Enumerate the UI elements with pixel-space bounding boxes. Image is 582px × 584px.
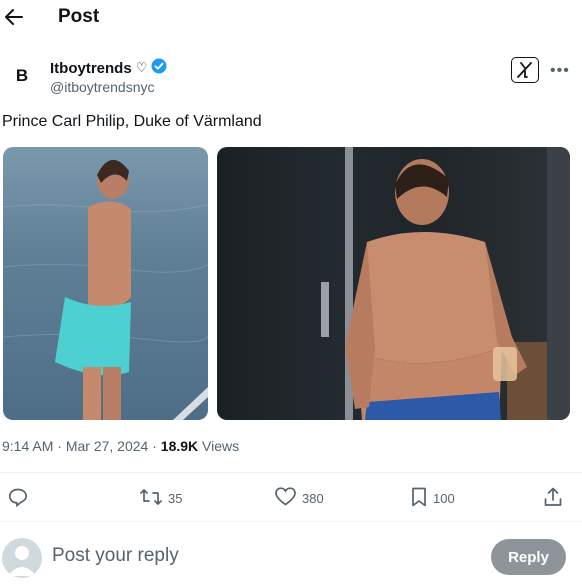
user-avatar[interactable] bbox=[2, 538, 42, 578]
verified-badge-icon bbox=[151, 58, 167, 78]
post-text: Prince Carl Philip, Duke of Värmland bbox=[2, 113, 262, 130]
more-options-icon[interactable]: ••• bbox=[550, 62, 570, 80]
author-name: Itboytrends bbox=[50, 59, 132, 77]
post-meta: 9:14 AM · Mar 27, 2024 · 18.9K Views bbox=[2, 438, 239, 454]
page-title: Post bbox=[58, 6, 100, 27]
share-action[interactable] bbox=[543, 487, 563, 510]
reply-action[interactable] bbox=[8, 487, 28, 510]
bookmark-count: 100 bbox=[433, 491, 455, 506]
author-name-suffix: ♡ bbox=[135, 60, 148, 75]
back-arrow-icon[interactable] bbox=[4, 6, 24, 28]
post-image-1[interactable] bbox=[3, 147, 208, 420]
share-icon bbox=[543, 487, 563, 510]
reply-button[interactable]: Reply bbox=[491, 539, 566, 575]
views-label: Views bbox=[202, 438, 240, 454]
repost-action[interactable]: 35 bbox=[140, 487, 182, 510]
author-name-row[interactable]: Itboytrends ♡ bbox=[50, 58, 167, 78]
post-header: Post bbox=[0, 0, 582, 38]
meta-separator: · bbox=[57, 438, 62, 454]
avatar-letter: B bbox=[15, 66, 29, 85]
views-count: 18.9K bbox=[160, 438, 199, 454]
repost-icon bbox=[140, 487, 162, 510]
heart-icon bbox=[275, 487, 296, 509]
like-action[interactable]: 380 bbox=[275, 487, 324, 509]
author-handle[interactable]: @itboytrendsnyc bbox=[50, 79, 154, 95]
post-image-2[interactable] bbox=[217, 147, 570, 420]
post-time[interactable]: 9:14 AM bbox=[2, 438, 53, 454]
post-date[interactable]: Mar 27, 2024 bbox=[66, 438, 149, 454]
bookmark-icon bbox=[411, 487, 427, 510]
bookmark-action[interactable]: 100 bbox=[411, 487, 455, 510]
author-avatar[interactable]: B bbox=[6, 60, 38, 92]
divider bbox=[0, 521, 582, 522]
grok-icon[interactable] bbox=[511, 57, 539, 83]
like-count: 380 bbox=[302, 490, 324, 506]
divider bbox=[0, 472, 582, 473]
repost-count: 35 bbox=[168, 491, 183, 506]
reply-input[interactable]: Post your reply bbox=[52, 545, 179, 567]
reply-icon bbox=[8, 487, 28, 510]
meta-separator: · bbox=[152, 438, 157, 454]
